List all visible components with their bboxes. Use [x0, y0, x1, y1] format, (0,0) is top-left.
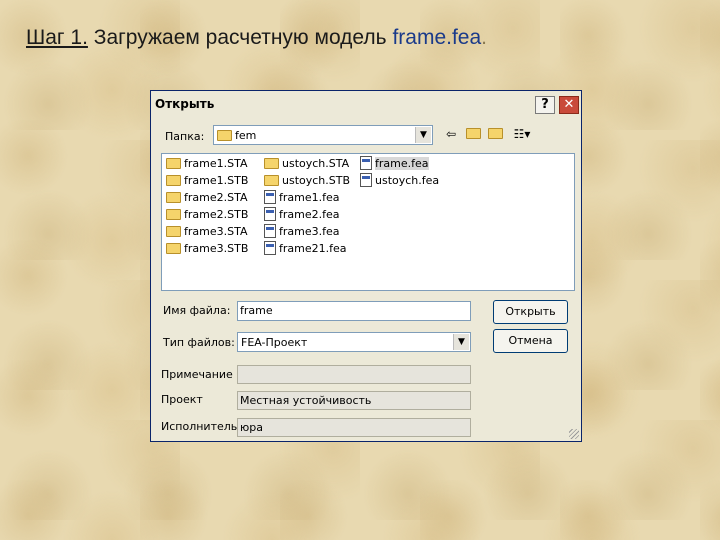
- filename-label: Имя файла:: [163, 304, 231, 317]
- folder-icon: [166, 191, 181, 203]
- up-folder-icon[interactable]: [463, 125, 483, 143]
- fea-file-icon: [264, 241, 276, 255]
- close-button[interactable]: ✕: [559, 96, 579, 114]
- list-item-selected[interactable]: frame.fea: [360, 156, 429, 172]
- help-button[interactable]: ?: [535, 96, 555, 114]
- folder-icon: [264, 174, 279, 186]
- list-item[interactable]: frame3.fea: [264, 224, 340, 240]
- list-item[interactable]: frame21.fea: [264, 241, 347, 257]
- folder-label: Папка:: [165, 130, 205, 143]
- resize-grip[interactable]: [569, 429, 579, 439]
- list-item[interactable]: frame3.STA: [166, 224, 248, 240]
- cancel-button[interactable]: Отмена: [493, 329, 568, 353]
- chevron-down-icon[interactable]: ▼: [415, 127, 431, 143]
- file-list[interactable]: frame1.STA frame1.STB frame2.STA frame2.…: [161, 153, 575, 291]
- filetype-value: FEA-Проект: [241, 336, 308, 349]
- folder-value: fem: [235, 129, 257, 142]
- project-field: Местная устойчивость: [237, 391, 471, 410]
- folder-icon: [217, 129, 232, 141]
- folder-icon: [166, 225, 181, 237]
- folder-select[interactable]: fem ▼: [213, 125, 433, 145]
- fea-file-icon: [360, 173, 372, 187]
- title-dot: .: [481, 26, 487, 49]
- author-field: юра: [237, 418, 471, 437]
- title-text: Загружаем расчетную модель: [93, 26, 387, 49]
- list-item[interactable]: frame2.STA: [166, 190, 248, 206]
- folder-icon: [166, 157, 181, 169]
- view-menu-icon[interactable]: ☷▾: [509, 125, 535, 143]
- title-filename: frame.fea: [392, 26, 482, 49]
- back-icon[interactable]: ⇦: [441, 125, 461, 143]
- author-label: Исполнитель: [161, 420, 238, 433]
- filetype-label: Тип файлов:: [163, 336, 235, 349]
- folder-icon: [166, 242, 181, 254]
- dialog-title: Открыть: [155, 97, 215, 111]
- title-step: Шаг 1.: [26, 26, 88, 49]
- folder-icon: [166, 174, 181, 186]
- fea-file-icon: [264, 207, 276, 221]
- list-item[interactable]: frame1.STA: [166, 156, 248, 172]
- dialog-titlebar[interactable]: Открыть ? ✕: [151, 91, 581, 117]
- open-button[interactable]: Открыть: [493, 300, 568, 324]
- list-item[interactable]: frame1.fea: [264, 190, 340, 206]
- folder-icon: [166, 208, 181, 220]
- folder-icon: [264, 157, 279, 169]
- fea-file-icon: [264, 224, 276, 238]
- new-folder-icon[interactable]: [485, 125, 505, 143]
- list-item[interactable]: ustoych.fea: [360, 173, 439, 189]
- note-label: Примечание: [161, 368, 233, 381]
- project-label: Проект: [161, 393, 203, 406]
- open-file-dialog: Открыть ? ✕ Папка: fem ▼ ⇦ ☷▾ frame1.STA…: [150, 90, 582, 442]
- filetype-select[interactable]: FEA-Проект ▼: [237, 332, 471, 352]
- list-item[interactable]: frame1.STB: [166, 173, 248, 189]
- list-item[interactable]: frame2.STB: [166, 207, 248, 223]
- filename-input[interactable]: frame: [237, 301, 471, 321]
- chevron-down-icon[interactable]: ▼: [453, 334, 469, 350]
- list-item[interactable]: frame2.fea: [264, 207, 340, 223]
- slide-title: Шаг 1. Загружаем расчетную модель frame.…: [26, 26, 487, 50]
- list-item[interactable]: ustoych.STB: [264, 173, 350, 189]
- fea-file-icon: [360, 156, 372, 170]
- fea-file-icon: [264, 190, 276, 204]
- list-item[interactable]: frame3.STB: [166, 241, 248, 257]
- list-item[interactable]: ustoych.STA: [264, 156, 349, 172]
- note-field: [237, 365, 471, 384]
